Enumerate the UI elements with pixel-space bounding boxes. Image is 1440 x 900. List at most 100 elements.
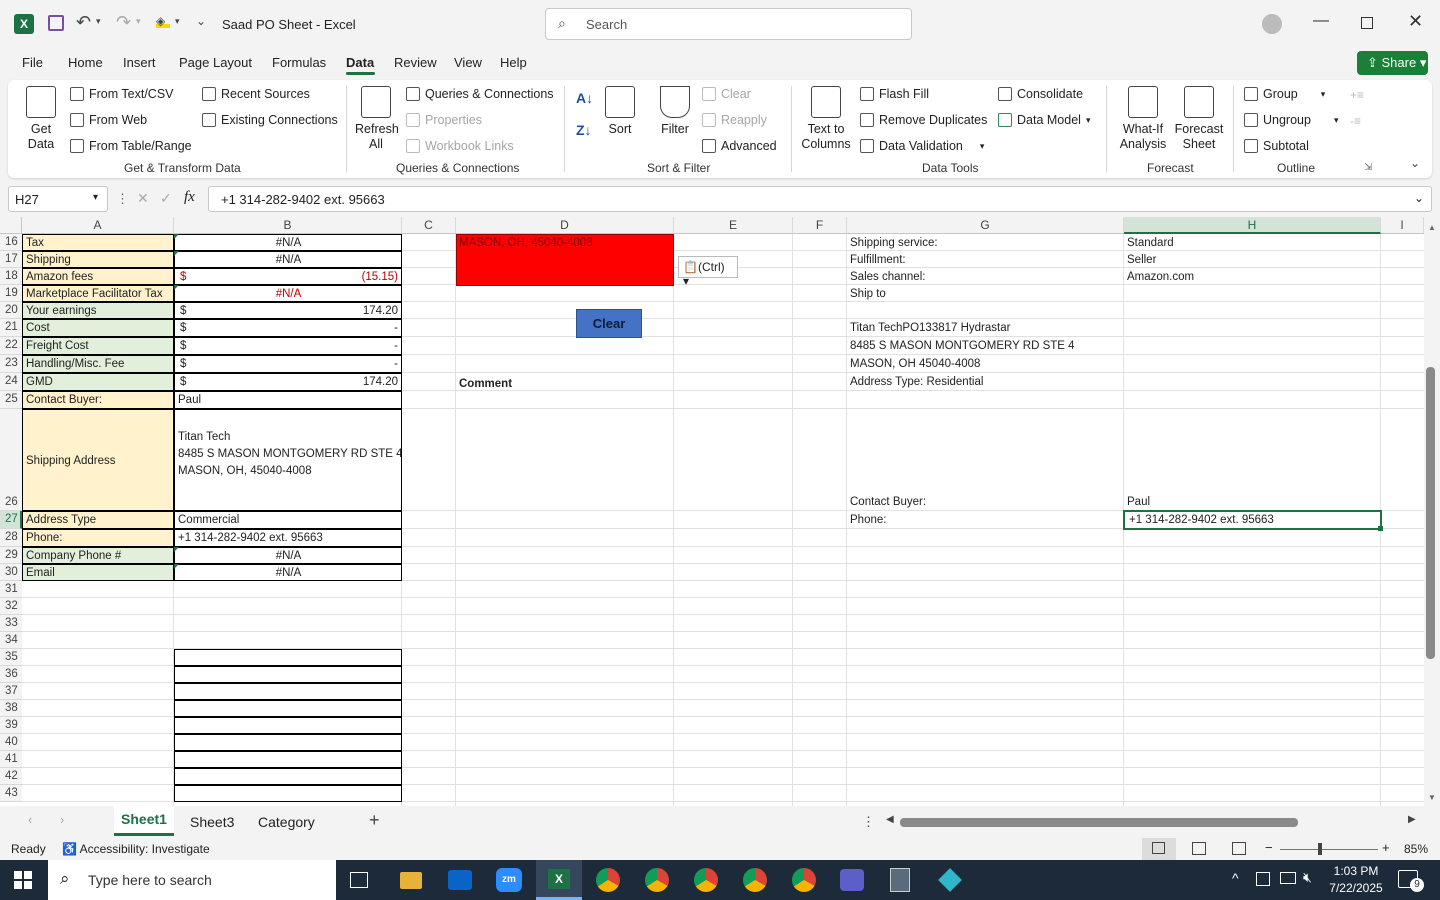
row-header-32[interactable]: 32 <box>0 598 22 615</box>
cell-b-earnings[interactable]: $174.20 <box>174 302 402 319</box>
cell-a-earnings[interactable]: Your earnings <box>22 302 174 319</box>
menu-data[interactable]: Data <box>346 55 374 70</box>
redo-dropdown-icon[interactable]: ▾ <box>136 16 141 27</box>
reapply-button[interactable]: Reapply <box>702 113 767 127</box>
cell-h-shipping_service[interactable]: Standard <box>1124 235 1380 250</box>
column-header-f[interactable]: F <box>793 217 847 234</box>
row-header-24[interactable]: 24 <box>0 373 22 391</box>
tab-sheet1[interactable]: Sheet1 <box>114 806 174 836</box>
cell-h-contact-buyer[interactable]: Paul <box>1124 494 1380 509</box>
cell-a-email[interactable]: Email <box>22 564 174 581</box>
cell-g-name_line[interactable]: Titan TechPO133817 Hydrastar <box>847 320 1123 335</box>
cell-g-contact-buyer[interactable]: Contact Buyer: <box>847 494 1123 509</box>
row-header-21[interactable]: 21 <box>0 319 22 337</box>
tab-category[interactable]: Category <box>258 814 315 830</box>
cell-g-phone[interactable]: Phone: <box>847 512 1123 527</box>
cell-a-phone[interactable]: Phone: <box>22 529 174 547</box>
meet-now-icon[interactable] <box>1256 872 1270 886</box>
cell-a-amazon_fees[interactable]: Amazon fees <box>22 268 174 285</box>
cell-a-handling[interactable]: Handling/Misc. Fee <box>22 355 174 373</box>
get-data-button[interactable]: Get Data <box>22 86 60 152</box>
forecast-sheet-button[interactable]: Forecast Sheet <box>1174 86 1224 152</box>
page-break-view-icon[interactable] <box>1232 842 1246 855</box>
cell-a-contact_buyer[interactable]: Contact Buyer: <box>22 391 174 409</box>
row-header-38[interactable]: 38 <box>0 700 22 717</box>
advanced-filter-button[interactable]: Advanced <box>702 139 777 153</box>
cell-b-contact_buyer[interactable]: Paul <box>174 391 402 409</box>
teams-icon[interactable] <box>840 869 864 891</box>
sort-z-to-a-icon[interactable]: Z↓ <box>576 122 592 138</box>
chrome-icon[interactable] <box>596 868 620 892</box>
chrome-icon[interactable] <box>743 868 767 892</box>
what-if-analysis-button[interactable]: What-If Analysis <box>1114 86 1172 152</box>
scroll-up-icon[interactable]: ▲ <box>1428 223 1436 232</box>
cell-d16[interactable]: MASON, OH, 45040-4008 <box>456 235 595 250</box>
text-to-columns-button[interactable]: Text to Columns <box>800 86 852 152</box>
close-icon[interactable]: ✕ <box>1408 11 1423 32</box>
existing-connections-button[interactable]: Existing Connections <box>202 113 338 127</box>
row-header-31[interactable]: 31 <box>0 581 22 598</box>
cell-h-fulfillment[interactable]: Seller <box>1124 252 1380 267</box>
row-header-20[interactable]: 20 <box>0 302 22 319</box>
zoom-in-icon[interactable]: + <box>1382 840 1390 855</box>
show-hidden-icons-icon[interactable]: ^ <box>1232 870 1239 886</box>
cell-b-gmd[interactable]: $174.20 <box>174 373 402 391</box>
menu-insert[interactable]: Insert <box>123 55 156 70</box>
queries-connections-button[interactable]: Queries & Connections <box>406 87 554 101</box>
row-header-26[interactable]: 26 <box>0 409 22 511</box>
name-box[interactable]: H27 ▾ <box>8 186 108 212</box>
scroll-right-icon[interactable]: ▶ <box>1408 814 1416 825</box>
cell-b-phone[interactable]: +1 314-282-9402 ext. 95663 <box>174 529 402 547</box>
cancel-icon[interactable]: ✕ <box>137 190 149 207</box>
cell-b-empty[interactable] <box>174 683 402 700</box>
zoom-app-icon[interactable]: zm <box>496 868 522 892</box>
row-header-16[interactable]: 16 <box>0 234 22 251</box>
sort-a-to-z-icon[interactable]: A↓ <box>576 90 593 106</box>
cell-h-sales_channel[interactable]: Amazon.com <box>1124 269 1380 284</box>
prev-sheet-icon[interactable]: ‹ <box>28 812 32 827</box>
cell-g-shipping_service[interactable]: Shipping service: <box>847 235 1123 250</box>
enter-icon[interactable]: ✓ <box>160 190 172 207</box>
data-validation-button[interactable]: Data Validation ▾ <box>860 139 984 153</box>
normal-view-button[interactable] <box>1142 838 1176 860</box>
row-header-29[interactable]: 29 <box>0 547 22 564</box>
formula-input[interactable]: +1 314-282-9402 ext. 95663 <box>208 186 1432 212</box>
refresh-all-button[interactable]: Refresh All <box>355 86 399 152</box>
file-explorer-icon[interactable] <box>400 872 422 889</box>
column-header-d[interactable]: D <box>456 217 674 234</box>
cell-b-shipping[interactable]: #N/A <box>174 251 402 268</box>
data-model-button[interactable]: Data Model ▾ <box>998 113 1090 127</box>
row-header-41[interactable]: 41 <box>0 751 22 768</box>
row-header-35[interactable]: 35 <box>0 649 22 666</box>
tab-splitter-icon[interactable]: ⋮ <box>862 814 875 830</box>
tab-sheet3[interactable]: Sheet3 <box>190 814 234 830</box>
cell-b-empty[interactable] <box>174 768 402 785</box>
menu-file[interactable]: File <box>22 55 43 70</box>
cell-b-mft[interactable]: #N/A <box>174 285 402 302</box>
cell-a-company_phone[interactable]: Company Phone # <box>22 547 174 564</box>
scroll-left-icon[interactable]: ◀ <box>886 814 894 825</box>
menu-review[interactable]: Review <box>394 55 437 70</box>
menu-help[interactable]: Help <box>500 55 527 70</box>
column-header-c[interactable]: C <box>402 217 456 234</box>
taskbar-search[interactable]: ⌕ Type here to search <box>48 860 336 900</box>
hide-detail-icon[interactable]: -≡ <box>1350 114 1361 128</box>
row-header-34[interactable]: 34 <box>0 632 22 649</box>
row-header-39[interactable]: 39 <box>0 717 22 734</box>
cell-d24-comment[interactable]: Comment <box>456 376 514 391</box>
cell-g-sales_channel[interactable]: Sales channel: <box>847 269 1123 284</box>
row-header-18[interactable]: 18 <box>0 268 22 285</box>
column-header-h[interactable]: H <box>1124 217 1381 234</box>
menu-home[interactable]: Home <box>68 55 103 70</box>
chrome-icon[interactable] <box>645 868 669 892</box>
cell-b-empty[interactable] <box>174 785 402 802</box>
page-layout-view-icon[interactable] <box>1192 842 1206 855</box>
excel-taskbar-button[interactable]: X <box>536 860 582 900</box>
save-icon[interactable] <box>48 15 64 31</box>
row-header-37[interactable]: 37 <box>0 683 22 700</box>
subtotal-button[interactable]: Subtotal <box>1244 139 1309 153</box>
select-all-button[interactable] <box>0 217 22 234</box>
column-header-e[interactable]: E <box>674 217 793 234</box>
cell-b-handling[interactable]: $ - <box>174 355 402 373</box>
ungroup-button[interactable]: Ungroup ▾ <box>1244 113 1338 127</box>
